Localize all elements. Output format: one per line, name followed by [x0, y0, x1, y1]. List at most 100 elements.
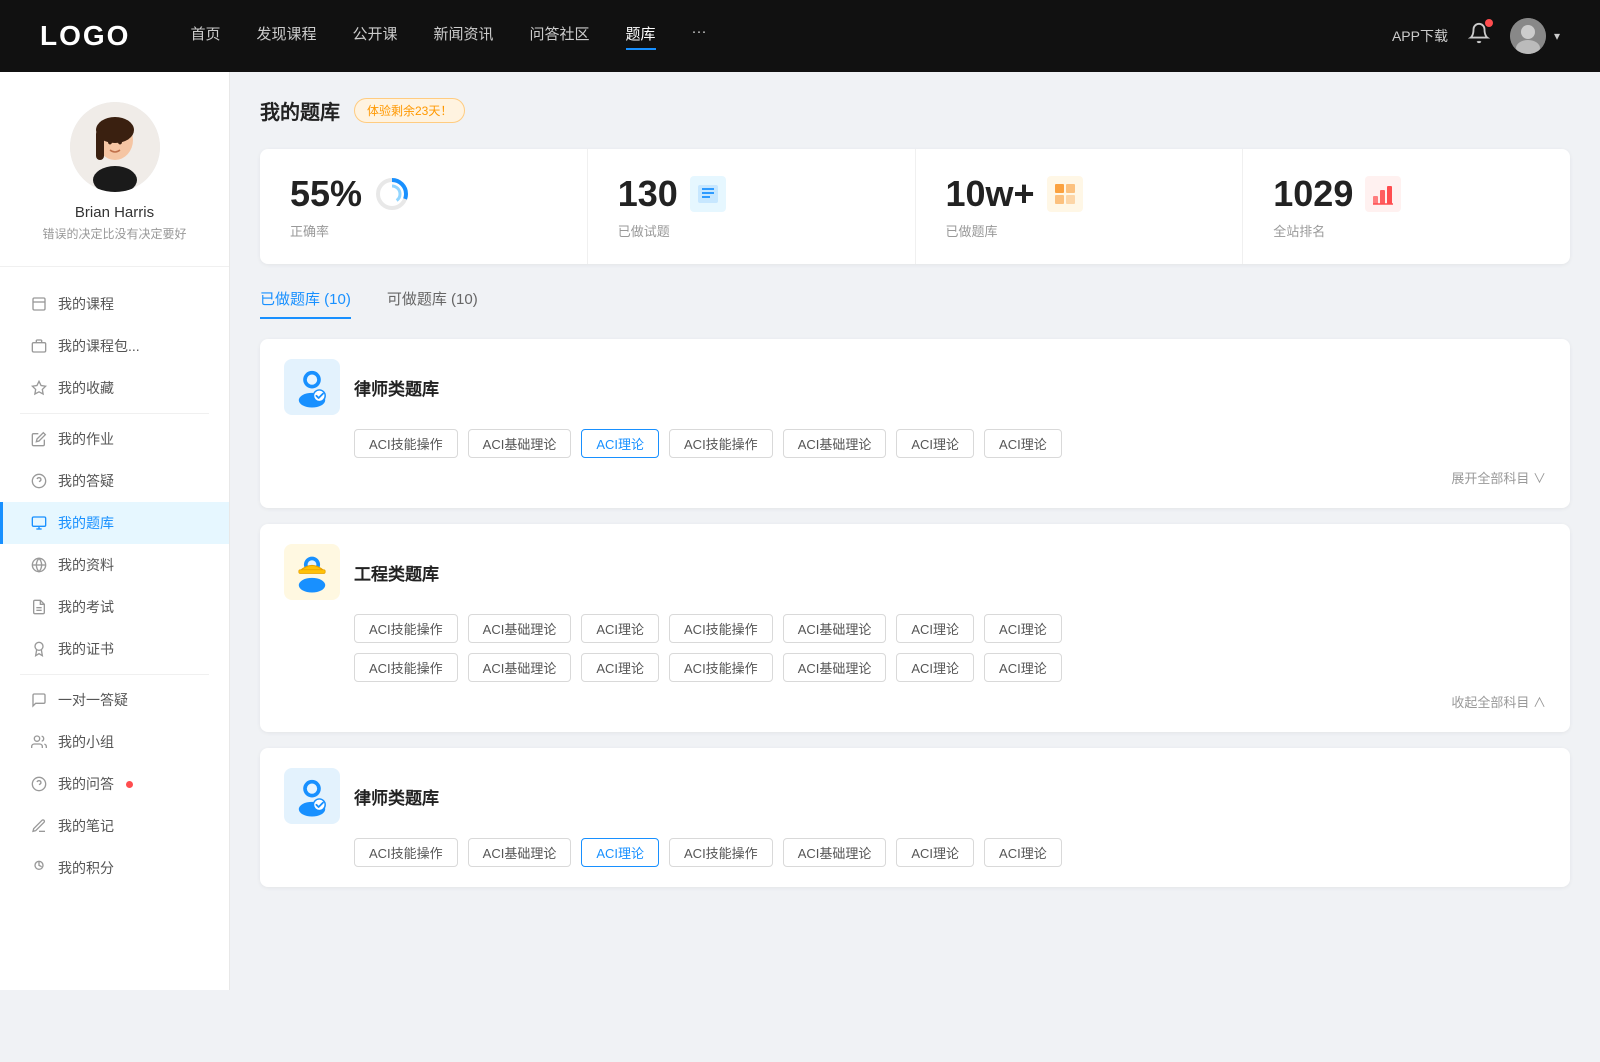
- sidebar-item-question[interactable]: 我的答疑: [0, 460, 229, 502]
- grid-icon: [1047, 176, 1083, 212]
- sidebar-separator: [20, 413, 209, 414]
- page-title: 我的题库: [260, 96, 340, 125]
- stat-value-banks: 10w+: [946, 173, 1035, 215]
- nav-opencourse[interactable]: 公开课: [352, 23, 397, 50]
- cert-icon: [30, 640, 48, 658]
- bank-tag[interactable]: ACI基础理论: [783, 838, 887, 867]
- trial-badge: 体验剩余23天！: [354, 98, 465, 123]
- expand-btn-0[interactable]: 展开全部科目 ∨: [1451, 471, 1546, 486]
- chart-icon: [1365, 176, 1401, 212]
- bank-tag[interactable]: ACI理论: [581, 614, 659, 643]
- bank-tag-active[interactable]: ACI理论: [581, 838, 659, 867]
- bank-tag[interactable]: ACI技能操作: [669, 653, 773, 682]
- score-icon: [30, 859, 48, 877]
- bank-tag[interactable]: ACI技能操作: [669, 614, 773, 643]
- sidebar-item-one-on-one[interactable]: 一对一答疑: [0, 679, 229, 721]
- bank-tag[interactable]: ACI理论: [896, 614, 974, 643]
- sidebar-item-group[interactable]: 我的小组: [0, 721, 229, 763]
- bank-tags-0: ACI技能操作 ACI基础理论 ACI理论 ACI技能操作 ACI基础理论 AC…: [354, 429, 1546, 458]
- nav-qa[interactable]: 问答社区: [530, 23, 590, 50]
- sidebar-item-my-qa[interactable]: 我的问答: [0, 763, 229, 805]
- sidebar-item-questionbank[interactable]: 我的题库: [0, 502, 229, 544]
- bank-tag[interactable]: ACI技能操作: [354, 653, 458, 682]
- bank-card-title-2: 律师类题库: [354, 784, 439, 809]
- bank-tag[interactable]: ACI理论: [984, 653, 1062, 682]
- notification-bell[interactable]: [1468, 22, 1490, 50]
- bank-tag[interactable]: ACI理论: [984, 838, 1062, 867]
- nav-discover[interactable]: 发现课程: [256, 23, 316, 50]
- collapse-btn-1[interactable]: 收起全部科目 ∧: [1451, 695, 1546, 710]
- page-layout: Brian Harris 错误的决定比没有决定要好 我的课程 我的课程包...: [0, 72, 1600, 990]
- bank-tag[interactable]: ACI理论: [896, 838, 974, 867]
- navbar-nav: 首页 发现课程 公开课 新闻资讯 问答社区 题库 ···: [190, 23, 1392, 50]
- sidebar-item-course[interactable]: 我的课程: [0, 283, 229, 325]
- sidebar-item-cert[interactable]: 我的证书: [0, 628, 229, 670]
- sidebar-item-favorite[interactable]: 我的收藏: [0, 367, 229, 409]
- sidebar-item-points[interactable]: 我的积分: [0, 847, 229, 889]
- navbar-right: APP下载 ▾: [1392, 18, 1560, 54]
- page-header: 我的题库 体验剩余23天！: [260, 96, 1570, 125]
- bank-card-2: 律师类题库 ACI技能操作 ACI基础理论 ACI理论 ACI技能操作 ACI基…: [260, 748, 1570, 887]
- notification-dot: [1485, 19, 1493, 27]
- tab-done-banks[interactable]: 已做题库 (10): [260, 288, 351, 319]
- bank-tag[interactable]: ACI理论: [984, 614, 1062, 643]
- stat-accuracy: 55% 正确率: [260, 149, 588, 264]
- sidebar-item-homework[interactable]: 我的作业: [0, 418, 229, 460]
- bank-tag[interactable]: ACI基础理论: [783, 614, 887, 643]
- nav-news[interactable]: 新闻资讯: [434, 23, 494, 50]
- bank-tag[interactable]: ACI技能操作: [354, 614, 458, 643]
- bank-card-header-1: 工程类题库: [284, 544, 1546, 600]
- bank-tag[interactable]: ACI理论: [581, 653, 659, 682]
- user-avatar-wrap[interactable]: ▾: [1510, 18, 1560, 54]
- stat-value-ranking: 1029: [1273, 173, 1353, 215]
- sidebar-item-label: 我的收藏: [58, 378, 114, 398]
- tab-available-banks[interactable]: 可做题库 (10): [387, 288, 478, 319]
- stat-top: 1029: [1273, 173, 1540, 215]
- sidebar-item-label: 我的课程包...: [58, 336, 140, 356]
- stats-row: 55% 正确率 130: [260, 149, 1570, 264]
- sidebar-item-label: 我的资料: [58, 555, 114, 575]
- stat-label-ranking: 全站排名: [1273, 221, 1540, 240]
- sidebar-separator2: [20, 674, 209, 675]
- bank-tag[interactable]: ACI基础理论: [468, 429, 572, 458]
- bank-tag[interactable]: ACI技能操作: [354, 838, 458, 867]
- bank-tag[interactable]: ACI理论: [984, 429, 1062, 458]
- sidebar-profile: Brian Harris 错误的决定比没有决定要好: [0, 102, 229, 267]
- bank-tag[interactable]: ACI理论: [896, 429, 974, 458]
- tabs-bar: 已做题库 (10) 可做题库 (10): [260, 288, 1570, 319]
- one-on-one-icon: [30, 691, 48, 709]
- sidebar-item-label: 我的题库: [58, 513, 114, 533]
- sidebar-item-data[interactable]: 我的资料: [0, 544, 229, 586]
- bank-tag[interactable]: ACI基础理论: [468, 614, 572, 643]
- nav-questionbank[interactable]: 题库: [626, 23, 656, 50]
- bank-tag[interactable]: ACI基础理论: [783, 429, 887, 458]
- stat-label-banks: 已做题库: [946, 221, 1213, 240]
- sidebar-item-notes[interactable]: 我的笔记: [0, 805, 229, 847]
- course-icon: [30, 295, 48, 313]
- stat-label-accuracy: 正确率: [290, 221, 557, 240]
- sidebar-item-package[interactable]: 我的课程包...: [0, 325, 229, 367]
- bank-tag[interactable]: ACI基础理论: [468, 838, 572, 867]
- navbar-avatar: [1510, 18, 1546, 54]
- bank-tag[interactable]: ACI基础理论: [468, 653, 572, 682]
- bank-card-footer-0: 展开全部科目 ∨: [284, 468, 1546, 488]
- bank-tag[interactable]: ACI技能操作: [669, 429, 773, 458]
- exam-icon: [30, 598, 48, 616]
- navbar-logo[interactable]: LOGO: [40, 20, 130, 52]
- app-download-link[interactable]: APP下载: [1392, 26, 1448, 46]
- bank-tags-1-row2: ACI技能操作 ACI基础理论 ACI理论 ACI技能操作 ACI基础理论 AC…: [354, 653, 1546, 682]
- bank-icon: [30, 514, 48, 532]
- nav-home[interactable]: 首页: [190, 23, 220, 50]
- bank-tag[interactable]: ACI基础理论: [783, 653, 887, 682]
- bank-card-header-0: 律师类题库: [284, 359, 1546, 415]
- sidebar-item-exam[interactable]: 我的考试: [0, 586, 229, 628]
- bank-tag[interactable]: ACI技能操作: [354, 429, 458, 458]
- bank-card-1: 工程类题库 ACI技能操作 ACI基础理论 ACI理论 ACI技能操作 ACI基…: [260, 524, 1570, 732]
- stat-label-questions: 已做试题: [618, 221, 885, 240]
- data-icon: [30, 556, 48, 574]
- bank-tag[interactable]: ACI理论: [896, 653, 974, 682]
- bank-tag-active[interactable]: ACI理论: [581, 429, 659, 458]
- nav-more[interactable]: ···: [692, 23, 707, 50]
- sidebar-item-label: 我的小组: [58, 732, 114, 752]
- bank-tag[interactable]: ACI技能操作: [669, 838, 773, 867]
